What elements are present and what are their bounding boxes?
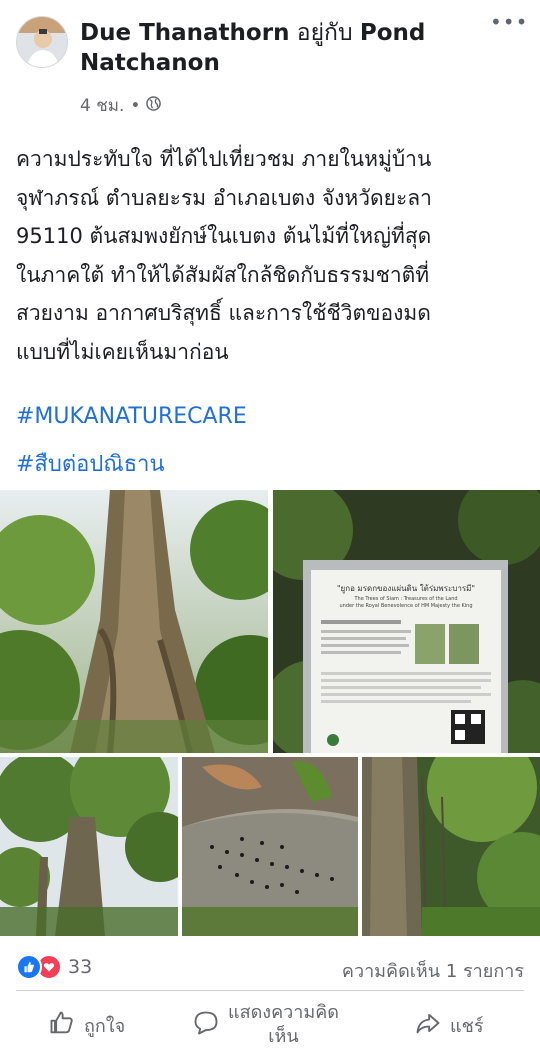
hashtag-link[interactable]: #MUKANATURECARE [16, 404, 247, 429]
share-button[interactable]: แชร์ [414, 994, 484, 1056]
hashtag-link[interactable]: #สืบต่อปณิธาน [16, 446, 165, 481]
post-time[interactable]: 4 ชม. [80, 92, 124, 119]
post-header: Due Thanathorn อยู่กับ Pond Natchanon 4 … [0, 0, 540, 120]
comment-label: แสดงความคิด เห็น [228, 1001, 339, 1049]
more-options-button[interactable]: ••• [490, 10, 527, 34]
post-text-line: ความประทับใจ ที่ได้ไปเที่ยวชม ภายในหมู่บ… [16, 147, 432, 171]
reaction-count: 33 [68, 956, 93, 978]
reactions-summary[interactable]: 33 [16, 954, 92, 980]
photo-tree-canopy[interactable] [0, 757, 178, 936]
author-name[interactable]: Due Thanathorn [80, 20, 289, 46]
post-stats: 33 ความคิดเห็น 1 รายการ [0, 946, 540, 986]
sign-subtitle-2: under the Royal Benevolence of HM Majest… [339, 603, 473, 609]
share-arrow-icon [414, 1009, 450, 1042]
divider [16, 990, 524, 991]
meta-separator: • [130, 95, 141, 116]
photo-forest[interactable] [362, 757, 540, 936]
author-line: Due Thanathorn อยู่กับ Pond Natchanon [80, 18, 470, 78]
action-bar: ถูกใจ แสดงความคิด เห็น แชร์ [0, 994, 540, 1056]
comment-count-link[interactable]: ความคิดเห็น 1 รายการ [342, 956, 524, 985]
sign-title: "ยูกอ มรดกของแผ่นดิน ใต้ร่มพระบารมี" [336, 584, 476, 593]
photo-sign[interactable]: "ยูกอ มรดกของแผ่นดิน ใต้ร่มพระบารมี" The… [273, 490, 540, 753]
photo-ants[interactable] [182, 757, 358, 936]
post-text-line: 95110 ต้นสมพงยักษ์ในเบตง ต้นไม้ที่ใหญ่ที… [16, 224, 432, 248]
post-text-line: จุฬาภรณ์ ตำบลยะรม อำเภอเบตง จังหวัดยะลา [16, 185, 432, 210]
like-label: ถูกใจ [84, 1015, 126, 1037]
sign-subtitle-1: The Trees of Siam : Treasures of the Lan… [354, 596, 458, 602]
post-text-line: ในภาคใต้ ทำให้ได้สัมผัสใกล้ชิดกับธรรมชาต… [16, 262, 430, 287]
sign-content-graphic [321, 620, 491, 746]
post-text-line: แบบที่ไม่เคยเห็นมาก่อน [16, 339, 229, 364]
post-meta: 4 ชม. • [80, 92, 162, 119]
globe-icon [146, 95, 162, 116]
comment-label-line: แสดงความคิด [228, 1002, 339, 1023]
like-button[interactable]: ถูกใจ [48, 994, 125, 1056]
like-reaction-icon [16, 954, 42, 980]
photo-giant-tree[interactable] [0, 490, 268, 753]
post-text: ความประทับใจ ที่ได้ไปเที่ยวชม ภายในหมู่บ… [16, 140, 526, 371]
comment-button[interactable]: แสดงความคิด เห็น [192, 994, 339, 1056]
more-icon: ••• [490, 10, 529, 34]
speech-bubble-icon [192, 1009, 228, 1042]
comment-label-line: เห็น [268, 1026, 299, 1047]
with-text: อยู่กับ [296, 20, 353, 46]
post-text-line: สวยงาม อากาศบริสุทธิ์ และการใช้ชีวิตของม… [16, 301, 431, 325]
avatar[interactable] [16, 16, 68, 68]
share-label: แชร์ [450, 1015, 484, 1037]
thumbs-up-icon [48, 1009, 84, 1042]
